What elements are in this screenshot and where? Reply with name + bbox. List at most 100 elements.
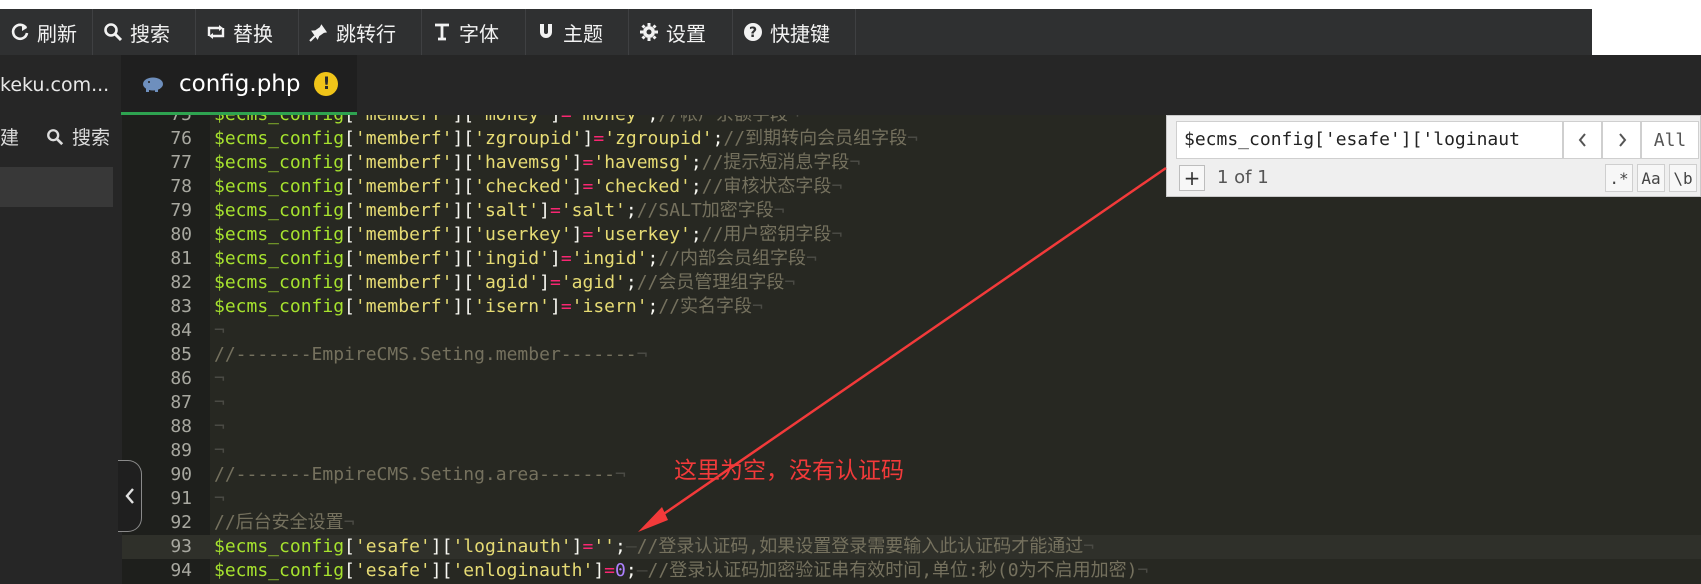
match-count: 1 of 1 xyxy=(1217,167,1269,188)
code-line[interactable]: 82 $ecms_config['memberf']['agid']='agid'… xyxy=(122,271,1701,295)
code-token: [ xyxy=(344,296,355,317)
line-number: 76 xyxy=(170,128,192,149)
font-label: 字体 xyxy=(459,21,499,46)
code-token: 'isern' xyxy=(571,296,648,317)
code-text: $ecms_config['memberf']['zgroupid']='zgr… xyxy=(214,127,918,151)
whole-word-toggle[interactable]: \b xyxy=(1669,164,1697,192)
code-line[interactable]: 84 ¬ xyxy=(122,319,1701,343)
shortcuts-button[interactable]: ? 快捷键 xyxy=(733,9,856,55)
code-token: = xyxy=(550,272,561,293)
code-token: 'memberf' xyxy=(354,200,453,221)
code-line[interactable]: 89 ¬ xyxy=(122,439,1701,463)
annotation-text: 这里为空，没有认证码 xyxy=(674,458,904,484)
code-token: ] xyxy=(571,176,583,197)
tab-config-php[interactable]: config.php ! xyxy=(121,55,357,115)
shortcuts-label: 快捷键 xyxy=(770,21,830,46)
code-token: ] xyxy=(593,560,605,581)
code-line[interactable]: 91 ¬ xyxy=(122,487,1701,511)
code-token: ¬ xyxy=(636,344,648,365)
toolbar-edge xyxy=(1592,9,1701,55)
code-token: ; xyxy=(615,536,626,557)
code-line[interactable]: 86 ¬ xyxy=(122,367,1701,391)
settings-button[interactable]: 设置 xyxy=(629,9,733,55)
code-line[interactable]: 81 $ecms_config['memberf']['ingid']='ingi… xyxy=(122,247,1701,271)
line-number: 88 xyxy=(170,416,192,437)
find-prev-button[interactable] xyxy=(1563,121,1602,159)
replace-button[interactable]: 替换 xyxy=(196,9,299,55)
goto-line-button[interactable]: 跳转行 xyxy=(299,9,422,55)
code-token: ][ xyxy=(452,115,474,125)
code-token: = xyxy=(582,152,594,173)
code-token: //后台安全设置 xyxy=(214,512,344,533)
sidebar-search-input[interactable] xyxy=(0,167,113,207)
code-token: 'salt' xyxy=(474,200,540,221)
code-token: = xyxy=(604,560,616,581)
regex-toggle[interactable]: .* xyxy=(1605,164,1633,192)
code-token: ; xyxy=(690,224,702,245)
code-token: ][ xyxy=(452,224,475,245)
code-token: ][ xyxy=(430,536,453,557)
code-token: = xyxy=(582,176,594,197)
code-text: $ecms_config['memberf']['ingid']='ingid'… xyxy=(214,247,817,271)
code-token: 'memberf' xyxy=(354,248,453,269)
code-line[interactable]: 92//后台安全设置¬ xyxy=(122,511,1701,535)
code-line[interactable]: 79 $ecms_config['memberf']['salt']='salt'… xyxy=(122,199,1701,223)
find-next-button[interactable] xyxy=(1602,121,1641,159)
code-token: //登录认证码加密验证串有效时间,单位:秒(0为不启用加密) xyxy=(647,560,1138,581)
code-token: [ xyxy=(344,152,355,173)
code-token: 'userkey' xyxy=(593,224,691,245)
code-token: //会员管理组字段 xyxy=(636,272,785,293)
line-number: 78 xyxy=(170,176,192,197)
toggle-replace-button[interactable]: + xyxy=(1179,165,1205,191)
find-input[interactable]: $ecms_config['esafe']['loginaut xyxy=(1176,121,1563,159)
code-line[interactable]: 94 $ecms_config['esafe']['enloginauth']=0… xyxy=(122,559,1701,583)
code-token: //内部会员组字段 xyxy=(658,248,807,269)
code-token: 'memberf' xyxy=(355,115,453,125)
code-token: ; xyxy=(625,272,637,293)
code-line[interactable]: 88 ¬ xyxy=(122,415,1701,439)
line-number: 94 xyxy=(170,560,192,581)
line-number: 85 xyxy=(170,344,192,365)
collapse-sidebar-button[interactable] xyxy=(118,460,142,532)
code-token: ][ xyxy=(452,176,475,197)
sidebar-search-button[interactable]: 搜索 xyxy=(46,123,110,150)
code-text: //-------EmpireCMS.Seting.member-------¬ xyxy=(214,343,647,367)
help-icon: ? xyxy=(744,23,762,41)
code-token: 'ingid' xyxy=(474,248,550,269)
tab-site[interactable]: keku.com... xyxy=(0,55,120,115)
code-text: $ecms_config['memberf']['userkey']='user… xyxy=(214,223,842,247)
theme-button[interactable]: 主题 xyxy=(526,9,629,55)
code-line[interactable]: 85 //-------EmpireCMS.Seting.member------… xyxy=(122,343,1701,367)
code-line[interactable]: 90//-------EmpireCMS.Seting.area-------¬ xyxy=(122,463,1701,487)
code-token: ][ xyxy=(452,200,475,221)
code-line[interactable]: 87 ¬ xyxy=(122,391,1701,415)
chevron-left-icon xyxy=(1578,133,1586,147)
code-token: [ xyxy=(344,272,355,293)
code-text: //-------EmpireCMS.Seting.area-------¬ xyxy=(214,463,626,487)
sidebar-key-label[interactable]: 建 xyxy=(0,123,19,150)
pin-icon xyxy=(309,24,328,42)
code-line[interactable]: 93 $ecms_config['esafe']['loginauth']='';… xyxy=(122,535,1701,559)
code-token: ¬ xyxy=(214,392,225,413)
code-token: ¬ xyxy=(214,488,225,509)
code-token: //到期转向会员组字段 xyxy=(723,128,908,149)
code-token: $ecms_config xyxy=(214,176,345,197)
case-sensitive-toggle[interactable]: Aa xyxy=(1637,164,1665,192)
code-token: ][ xyxy=(452,272,475,293)
search-button[interactable]: 搜索 xyxy=(93,9,196,55)
refresh-button[interactable]: 刷新 xyxy=(0,9,93,55)
code-token: = xyxy=(582,224,594,245)
code-token: 'isern' xyxy=(474,296,550,317)
code-line[interactable]: 83 $ecms_config['memberf']['isern']='iser… xyxy=(122,295,1701,319)
code-line[interactable]: 80 $ecms_config['memberf']['userkey']='us… xyxy=(122,223,1701,247)
sidebar: 建 搜索 xyxy=(0,115,122,584)
code-token: ] xyxy=(571,152,583,173)
code-text: $ecms_config['memberf']['isern']='isern'… xyxy=(214,295,763,319)
find-all-button[interactable]: All xyxy=(1641,121,1699,159)
line-number: 81 xyxy=(170,248,192,269)
code-token: ; xyxy=(647,248,659,269)
line-number: 77 xyxy=(170,152,192,173)
code-text: $ecms_config['memberf']['havemsg']='have… xyxy=(214,151,860,175)
code-token: ; xyxy=(690,152,702,173)
font-button[interactable]: 字体 xyxy=(422,9,526,55)
